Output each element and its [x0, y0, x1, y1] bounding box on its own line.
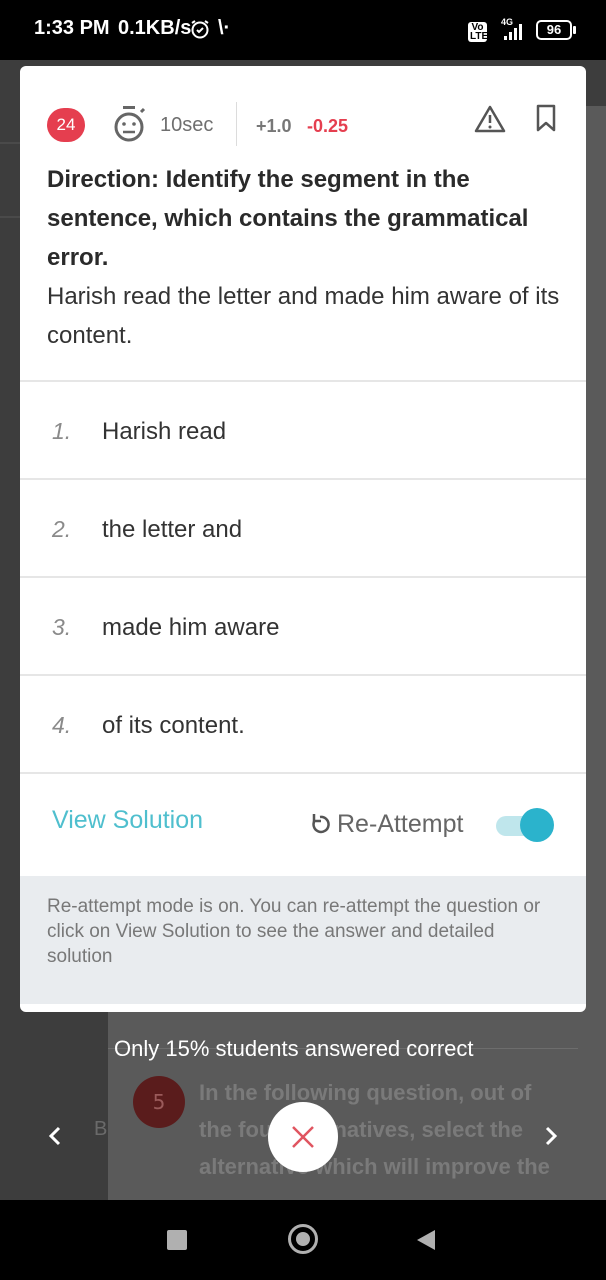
reattempt-label[interactable]: Re-Attempt — [337, 810, 463, 839]
question-card: 24 10sec +1.0 -0.25 Direction: Identify … — [20, 66, 586, 1012]
next-question-number: 5 — [133, 1076, 185, 1128]
close-icon — [292, 1126, 314, 1148]
negative-marks: -0.25 — [307, 116, 349, 136]
network-type-label: 4G — [501, 17, 513, 27]
option-number: 2. — [52, 516, 72, 542]
signal-icon: 4G — [501, 17, 522, 40]
background-divider — [0, 142, 22, 144]
option-text: of its content. — [102, 712, 245, 739]
previous-question-icon[interactable] — [44, 1124, 68, 1148]
volte-icon: Vo LTE — [468, 22, 489, 42]
option-text: the letter and — [102, 516, 243, 543]
status-network-speed: 0.1KB/s — [118, 17, 192, 39]
side-letter: B — [94, 1118, 108, 1140]
reattempt-info-box: Re-attempt mode is on. You can re-attemp… — [20, 876, 586, 1004]
recent-apps-button[interactable] — [167, 1230, 187, 1250]
back-icon[interactable] — [415, 1228, 437, 1252]
report-warning-icon[interactable] — [474, 104, 506, 134]
next-question-text: In the following question, out of the fo… — [199, 1080, 550, 1179]
status-bar: 1:33 PM 0.1KB/s \· Vo LTE 4G 96 — [0, 0, 606, 60]
question-sentence: Harish read the letter and made him awar… — [47, 283, 560, 349]
option-number: 1. — [52, 418, 72, 444]
reattempt-toggle[interactable] — [496, 808, 554, 842]
option-number: 4. — [52, 712, 72, 738]
option-divider — [20, 772, 586, 774]
close-button[interactable] — [268, 1102, 338, 1172]
bookmark-icon[interactable] — [535, 104, 557, 132]
view-solution-button[interactable]: View Solution — [52, 806, 203, 835]
toggle-knob — [520, 808, 554, 842]
option-text: Harish read — [102, 418, 227, 445]
positive-marks: +1.0 — [256, 116, 292, 136]
timer-icon — [114, 106, 146, 142]
alarm-icon — [191, 20, 209, 39]
option-2[interactable]: 2. the letter and — [20, 480, 586, 576]
option-1[interactable]: 1. Harish read — [20, 382, 586, 478]
status-extra-icon: \· — [218, 17, 231, 39]
reattempt-icon[interactable] — [310, 812, 330, 834]
timer-value: 10sec — [160, 114, 214, 136]
option-4[interactable]: 4. of its content. — [20, 676, 586, 772]
question-number-badge: 24 — [47, 108, 85, 142]
background-divider — [0, 216, 22, 218]
option-3[interactable]: 3. made him aware — [20, 578, 586, 674]
option-text: made him aware — [102, 614, 280, 641]
system-navigation-bar — [0, 1200, 606, 1280]
option-number: 3. — [52, 614, 72, 640]
next-question-icon[interactable] — [538, 1124, 562, 1148]
battery-icon: 96 — [536, 20, 576, 40]
answer-stats-text: Only 15% students answered correct — [114, 1036, 474, 1061]
question-direction: Direction: Identify the segment in the s… — [47, 166, 529, 271]
reattempt-info-text: Re-attempt mode is on. You can re-attemp… — [47, 896, 541, 967]
home-button[interactable] — [288, 1224, 318, 1254]
header-divider — [236, 102, 237, 146]
status-time: 1:33 PM — [34, 17, 110, 39]
